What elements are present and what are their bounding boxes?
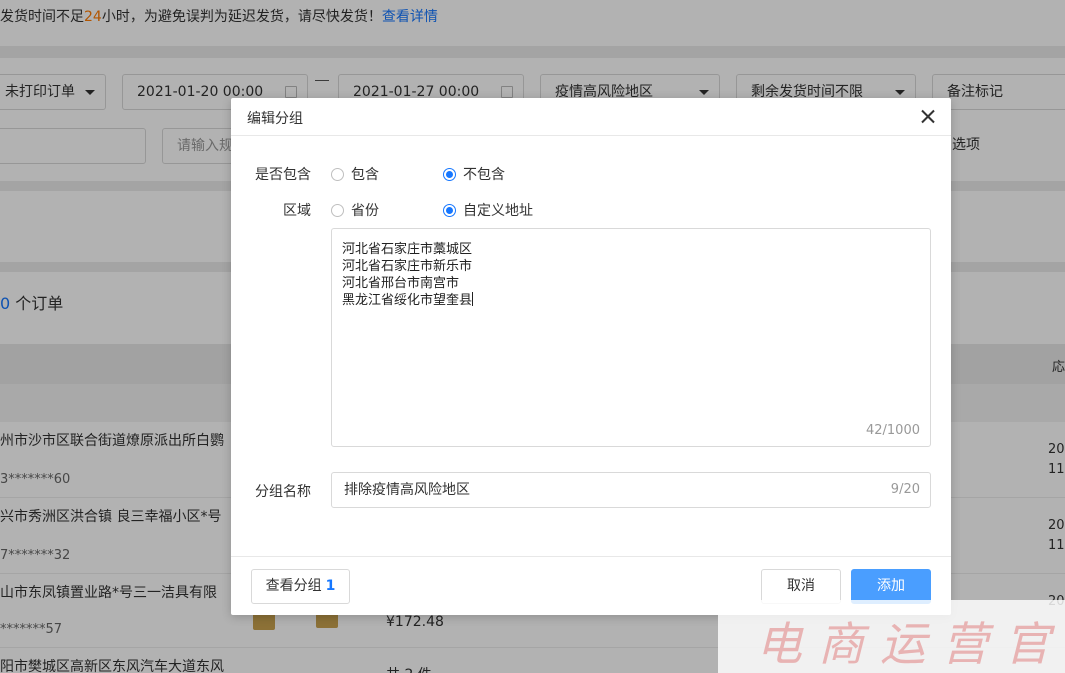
cancel-button[interactable]: 取消 [761,569,841,604]
cancel-label: 取消 [787,578,815,594]
address-line: 黑龙江省绥化市望奎县 [342,293,473,308]
group-name-counter: 9/20 [890,482,920,497]
edit-group-dialog: 编辑分组 是否包含 包含 不包含 区域 省份 自定义地址 河北省石家庄市藁城区 … [231,98,951,615]
region-label: 区域 [283,203,311,219]
close-icon[interactable] [917,106,939,128]
add-button[interactable]: 添加 [851,569,931,604]
address-line: 河北省石家庄市新乐市 [342,259,473,274]
group-name-value: 排除疫情高风险地区 [344,482,470,498]
view-groups-button[interactable]: 查看分组 1 [251,569,350,604]
text-cursor [472,292,474,306]
group-name-label: 分组名称 [255,484,311,500]
view-groups-label: 查看分组 [265,578,322,594]
include-label: 是否包含 [255,167,311,183]
include-radio-label: 包含 [351,167,379,183]
exclude-radio-label: 不包含 [463,167,505,183]
address-char-counter: 42/1000 [865,423,920,438]
radio-icon [331,203,344,217]
radio-icon [331,167,344,181]
group-name-input[interactable]: 排除疫情高风险地区 9/20 [331,472,931,508]
exclude-radio[interactable]: 不包含 [443,164,505,184]
custom-address-radio-label: 自定义地址 [463,203,533,219]
address-line: 河北省邢台市南宫市 [342,276,460,291]
dialog-header: 编辑分组 [231,98,951,136]
group-count-badge: 1 [325,578,336,594]
address-textarea[interactable]: 河北省石家庄市藁城区 河北省石家庄市新乐市 河北省邢台市南宫市 黑龙江省绥化市望… [331,228,931,447]
province-radio-label: 省份 [351,203,379,219]
include-radio[interactable]: 包含 [331,164,379,184]
dialog-title: 编辑分组 [247,111,303,127]
watermark: 电商运营官 [718,600,1065,673]
province-radio[interactable]: 省份 [331,200,379,220]
address-line: 河北省石家庄市藁城区 [342,242,473,257]
radio-checked-icon [443,167,456,181]
radio-checked-icon [443,203,456,217]
add-label: 添加 [877,578,905,594]
watermark-text: 电商运营官 [756,617,1065,671]
custom-address-radio[interactable]: 自定义地址 [443,200,533,220]
